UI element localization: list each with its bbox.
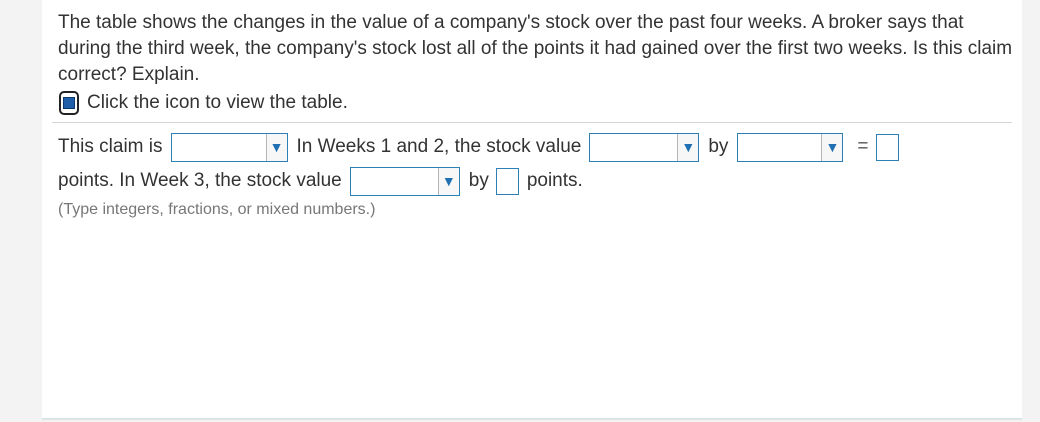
triangle-down-icon: ▼: [437, 167, 459, 195]
weeks12-change-value: [590, 134, 677, 161]
table-icon[interactable]: [59, 91, 79, 115]
week3-change-value: [351, 168, 438, 195]
table-icon-fill: [63, 97, 75, 109]
claim-dropdown[interactable]: ▼: [170, 132, 288, 162]
week3-text: points. In Week 3, the stock value: [58, 170, 342, 191]
weeks12-total-input[interactable]: [875, 133, 899, 161]
triangle-down-icon: ▼: [265, 133, 287, 161]
question-text: The table shows the changes in the value…: [58, 12, 1013, 85]
claim-dropdown-value: [172, 134, 266, 161]
by-label-1: by: [708, 136, 729, 157]
view-table-label: Click the icon to view the table.: [87, 92, 348, 113]
week3-change-dropdown[interactable]: ▼: [349, 166, 460, 196]
answer-line-1: This claim is ▼ In Weeks 1 and 2, the st…: [58, 130, 899, 164]
answer-hint: (Type integers, fractions, or mixed numb…: [58, 201, 376, 218]
by-label-2: by: [468, 170, 489, 191]
triangle-down-icon: ▼: [677, 133, 699, 161]
week3-amount-input[interactable]: [495, 167, 519, 195]
weeks12-amount-dropdown[interactable]: ▼: [737, 132, 844, 162]
answer-line-2: points. In Week 3, the stock value ▼ by …: [58, 164, 583, 198]
view-table-row: Click the icon to view the table.: [59, 89, 348, 117]
weeks12-amount-value: [738, 134, 821, 161]
question-panel: The table shows the changes in the value…: [42, 0, 1022, 420]
weeks12-text: In Weeks 1 and 2, the stock value: [296, 136, 582, 157]
triangle-down-icon: ▼: [821, 133, 843, 161]
divider: [52, 122, 1012, 123]
points-suffix: points.: [526, 170, 583, 191]
equals-sign: =: [857, 136, 869, 157]
claim-prefix: This claim is: [58, 136, 163, 157]
weeks12-change-dropdown[interactable]: ▼: [589, 132, 700, 162]
